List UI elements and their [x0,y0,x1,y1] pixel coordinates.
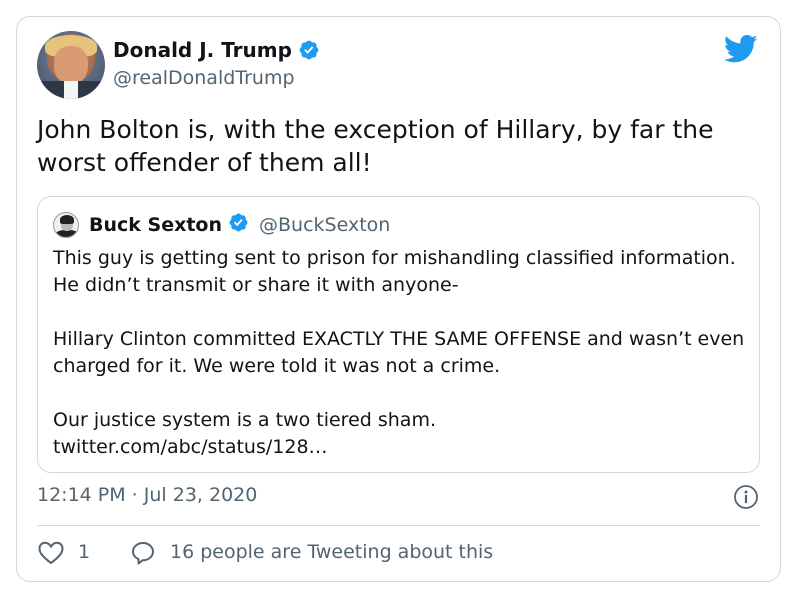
info-icon[interactable] [733,484,759,510]
tweet-text: John Bolton is, with the exception of Hi… [37,115,714,177]
verified-badge-icon [228,212,249,237]
author-avatar[interactable] [37,31,105,99]
heart-icon[interactable] [37,540,65,566]
quoted-tweet-body: This guy is getting sent to prison for m… [53,245,748,461]
tweeting-about-link[interactable]: 16 people are Tweeting about this [170,541,493,563]
author-display-name[interactable]: Donald J. Trump [113,38,292,62]
quoted-link[interactable]: twitter.com/abc/status/128… [53,434,748,461]
twitter-bird-icon[interactable] [723,34,758,64]
quoted-author-handle: @BuckSexton [259,213,391,236]
quoted-paragraph: Our justice system is a two tiered sham. [53,409,436,431]
divider [37,525,760,526]
author-name-row: Donald J. Trump [113,38,320,62]
quoted-tweet[interactable]: Buck Sexton @BuckSexton This guy is gett… [37,196,760,473]
author-handle[interactable]: @realDonaldTrump [113,67,295,89]
like-count[interactable]: 1 [78,541,90,563]
quoted-author-avatar [53,212,79,238]
speech-bubble-icon[interactable] [130,540,156,566]
tweet-timestamp[interactable]: 12:14 PM · Jul 23, 2020 [37,484,257,506]
quoted-paragraph: This guy is getting sent to prison for m… [53,247,736,296]
quoted-author-row: Buck Sexton @BuckSexton [89,212,390,237]
quoted-paragraph: Hillary Clinton committed EXACTLY THE SA… [53,328,745,377]
quoted-author-name: Buck Sexton [89,213,223,236]
verified-badge-icon [298,39,320,61]
